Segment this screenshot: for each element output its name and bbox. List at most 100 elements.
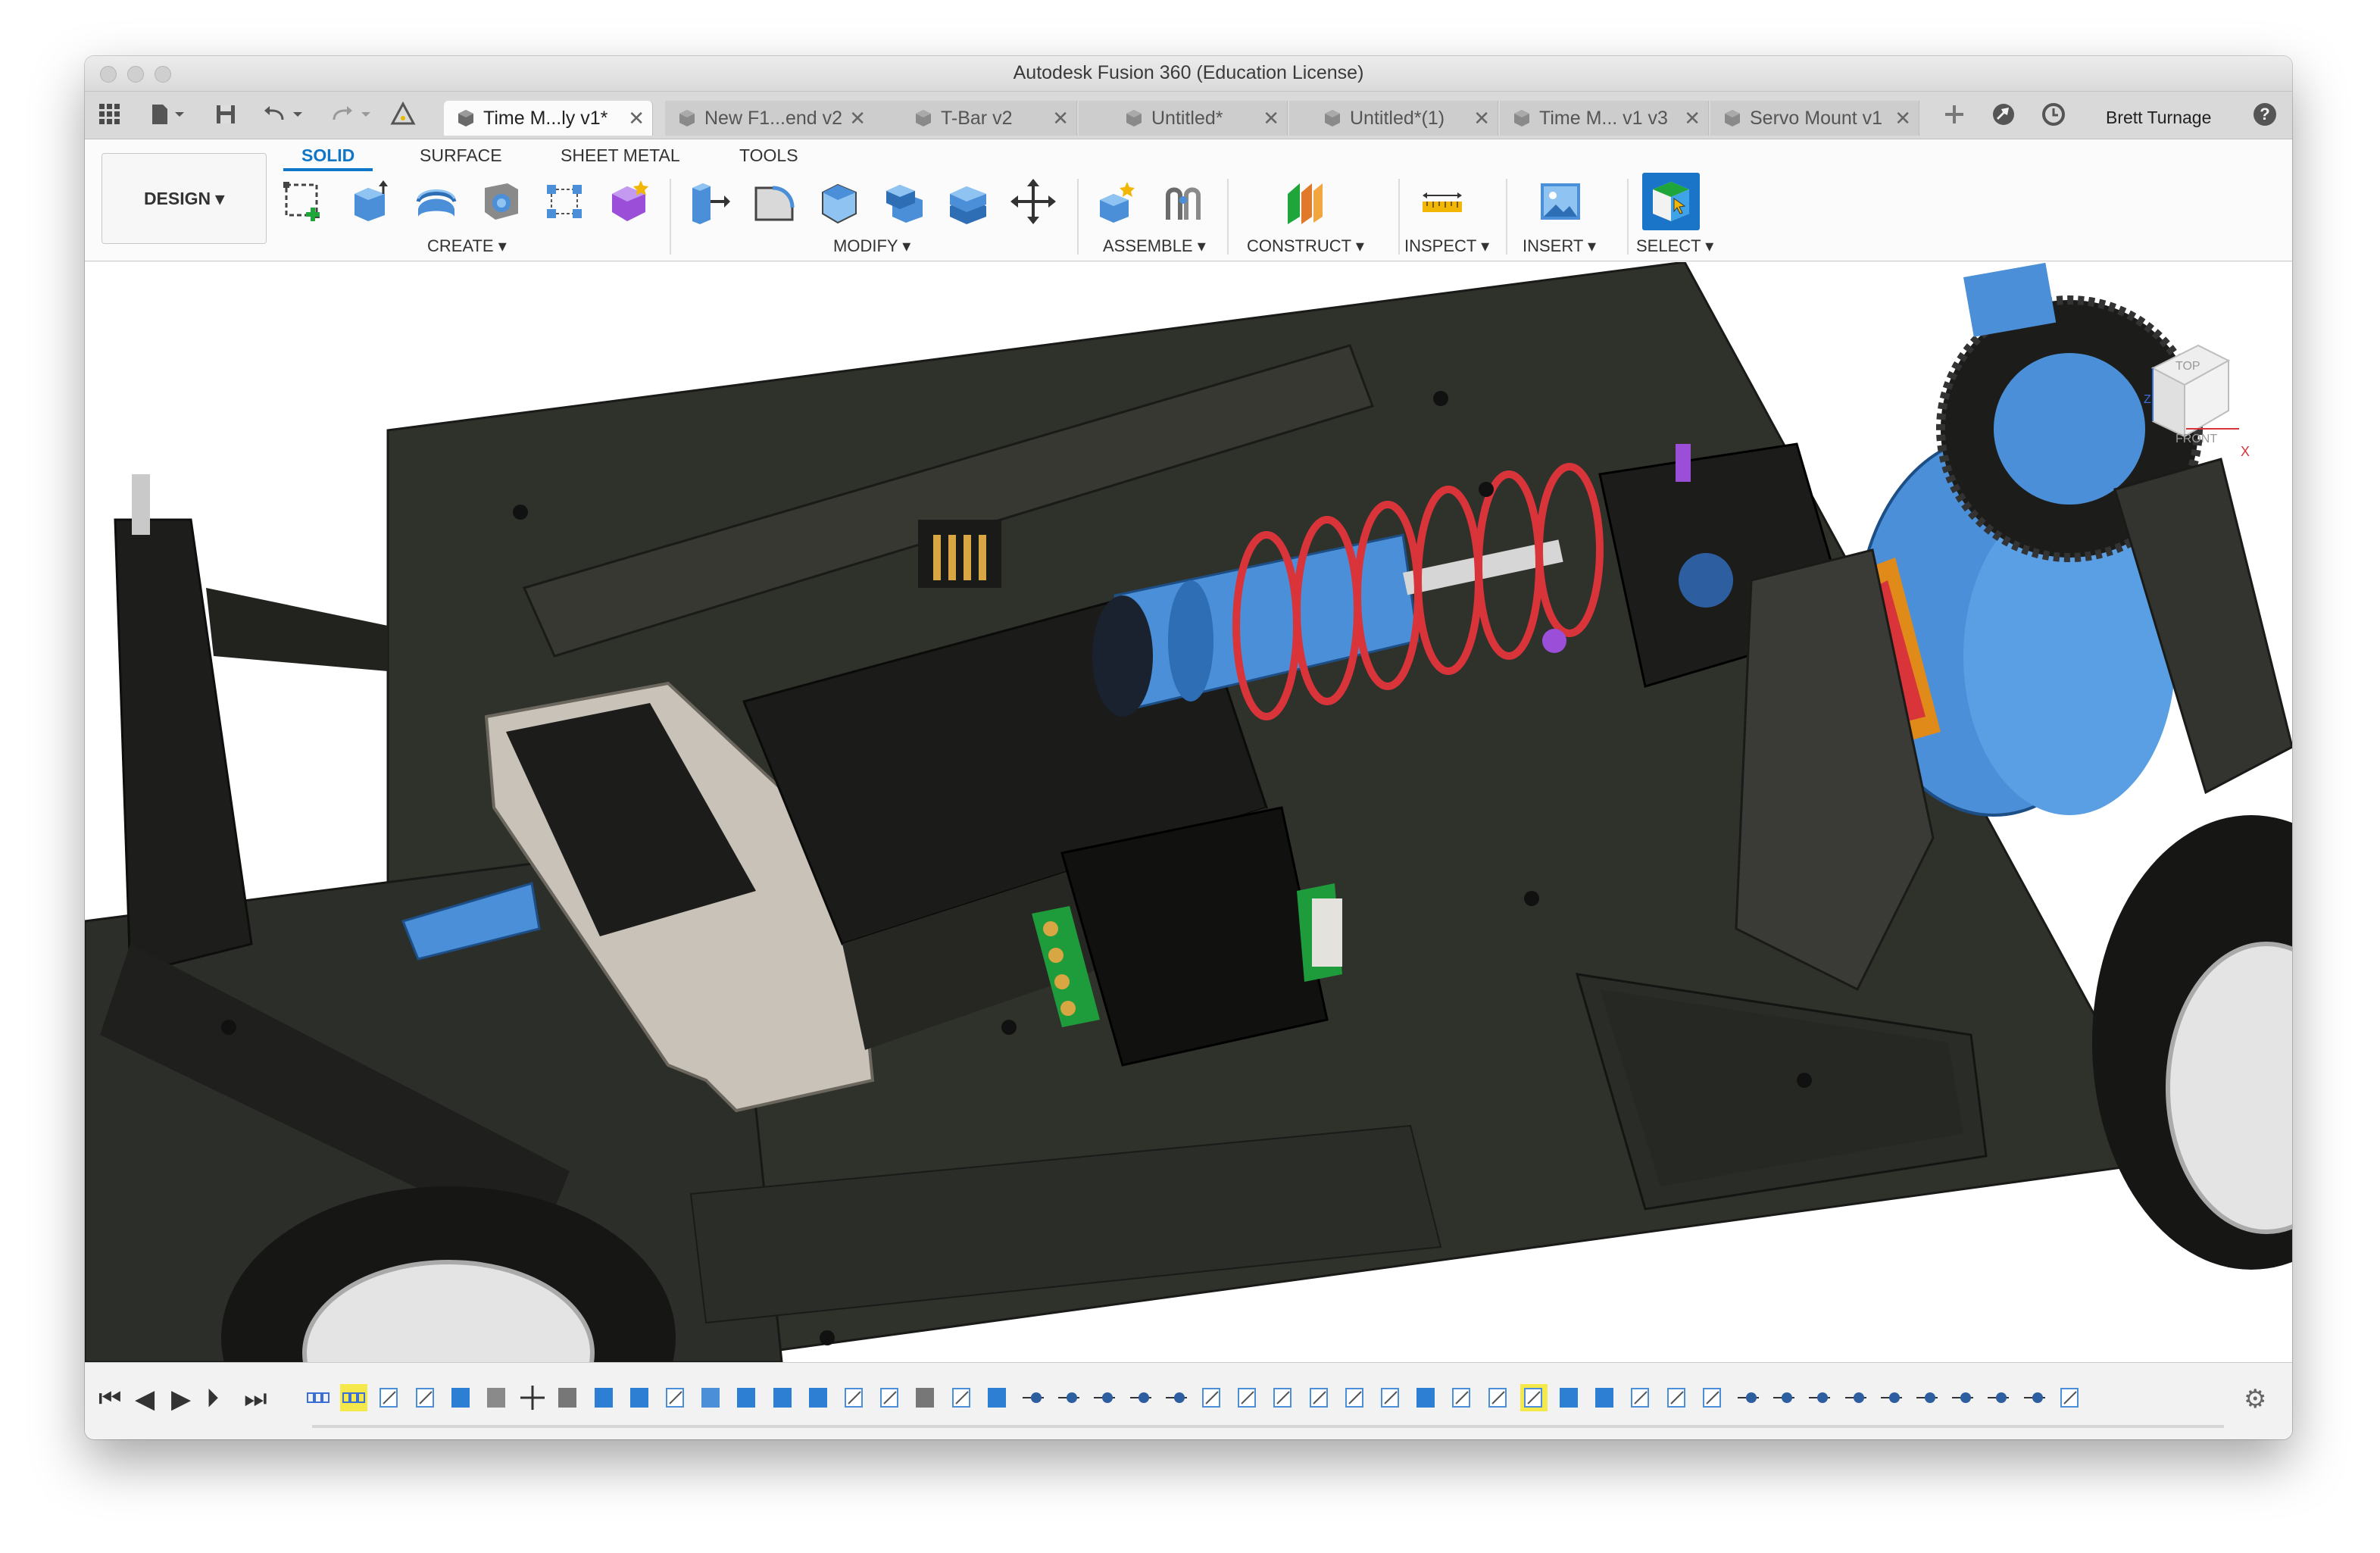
redo-icon[interactable] <box>329 99 379 130</box>
shell-icon[interactable] <box>882 177 927 226</box>
viewcube-top-label[interactable]: TOP <box>2175 360 2200 373</box>
timeline-feature-rigid-icon[interactable] <box>1735 1384 1762 1411</box>
sweep-icon[interactable] <box>479 177 524 226</box>
viewcube-front-label[interactable]: FRONT <box>2175 433 2217 445</box>
timeline-feature-sketch-icon[interactable] <box>376 1384 403 1411</box>
timeline-feature-rigid-icon[interactable] <box>1091 1384 1118 1411</box>
construct-group-label[interactable]: CONSTRUCT ▾ <box>1247 236 1364 256</box>
purple-bolt[interactable] <box>1542 629 1566 653</box>
close-tab-icon[interactable]: ✕ <box>1894 107 1911 130</box>
kingpin[interactable] <box>132 474 150 535</box>
timeline-feature-sketch-icon[interactable] <box>841 1384 868 1411</box>
timeline-step-forward-icon[interactable]: ⏵ <box>206 1384 219 1414</box>
create-group-label[interactable]: CREATE ▾ <box>427 236 507 256</box>
timeline-feature-extrude-icon[interactable] <box>1413 1384 1440 1411</box>
timeline-feature-extrude-icon[interactable] <box>770 1384 797 1411</box>
tab-t-bar[interactable]: T-Bar v2 ✕ <box>868 101 1077 136</box>
timeline-feature-rigid-icon[interactable] <box>1913 1384 1941 1411</box>
extensions-icon[interactable] <box>1988 99 2019 130</box>
close-tab-icon[interactable]: ✕ <box>1473 107 1490 130</box>
bearing[interactable] <box>1679 553 1733 608</box>
file-menu-icon[interactable] <box>145 99 191 130</box>
data-panel-grid-icon[interactable] <box>95 99 124 130</box>
move-copy-icon[interactable] <box>1010 177 1056 226</box>
purple-screw[interactable] <box>1676 444 1691 482</box>
timeline-feature-rigid-icon[interactable] <box>1842 1384 1869 1411</box>
combine-icon[interactable] <box>945 177 991 226</box>
3d-canvas-viewport[interactable]: TOP FRONT X Z <box>85 262 2292 1362</box>
timeline-go-to-end-icon[interactable]: ⏭ <box>244 1384 267 1414</box>
new-tab-plus-icon[interactable] <box>1938 99 1971 130</box>
create-sketch-icon[interactable] <box>280 177 326 226</box>
modify-group-label[interactable]: MODIFY ▾ <box>833 236 910 256</box>
timeline-feature-sketch-icon[interactable] <box>1663 1384 1691 1411</box>
timeline-feature-extrude-icon[interactable] <box>805 1384 832 1411</box>
timeline-feature-component-icon[interactable] <box>698 1384 725 1411</box>
timeline-feature-rigid-icon[interactable] <box>1163 1384 1190 1411</box>
revolve-icon[interactable] <box>414 177 459 226</box>
timeline-feature-sketch-icon[interactable] <box>1520 1384 1548 1411</box>
timeline-feature-group-icon[interactable] <box>305 1384 332 1411</box>
timeline-feature-joint-icon[interactable] <box>554 1384 582 1411</box>
inspect-group-label[interactable]: INSPECT ▾ <box>1404 236 1489 256</box>
timeline-feature-extrude-icon[interactable] <box>448 1384 475 1411</box>
timeline-feature-extrude-icon[interactable] <box>626 1384 654 1411</box>
timeline-feature-sketch-icon[interactable] <box>1198 1384 1226 1411</box>
timeline-feature-rigid-icon[interactable] <box>1878 1384 1905 1411</box>
workspace-switcher-button[interactable]: DESIGN ▾ <box>102 153 267 244</box>
timeline-feature-sketch-icon[interactable] <box>412 1384 439 1411</box>
timeline-feature-rigid-icon[interactable] <box>1949 1384 1976 1411</box>
timeline-play-icon[interactable]: ▶︎ <box>171 1384 191 1414</box>
close-tab-icon[interactable]: ✕ <box>1052 107 1069 130</box>
tab-servo-mount[interactable]: Servo Mount v1 ✕ <box>1710 101 1919 136</box>
new-component-icon[interactable] <box>1095 177 1141 226</box>
timeline-feature-sketch-icon[interactable] <box>948 1384 976 1411</box>
tab-untitled-1[interactable]: Untitled*(1) ✕ <box>1289 101 1498 136</box>
close-tab-icon[interactable]: ✕ <box>1263 107 1279 130</box>
tab-time-machine-v3[interactable]: Time M... v1 v3 ✕ <box>1500 101 1709 136</box>
timeline-feature-rigid-icon[interactable] <box>1985 1384 2012 1411</box>
timeline-feature-sketch-icon[interactable] <box>1306 1384 1333 1411</box>
assemble-group-label[interactable]: ASSEMBLE ▾ <box>1103 236 1206 256</box>
measure-icon[interactable] <box>1420 177 1465 226</box>
esc-connector-plug[interactable] <box>1312 898 1342 967</box>
tab-new-f1-end[interactable]: New F1...end v2 ✕ <box>665 101 874 136</box>
joint-icon[interactable] <box>1160 177 1206 226</box>
select-group-label[interactable]: SELECT ▾ <box>1636 236 1713 256</box>
timeline-feature-extrude-icon[interactable] <box>1556 1384 1583 1411</box>
insert-image-icon[interactable] <box>1538 177 1583 226</box>
timeline-feature-sketch-icon[interactable] <box>1699 1384 1726 1411</box>
timeline-feature-fillet-icon[interactable] <box>483 1384 511 1411</box>
tab-solid[interactable]: SOLID <box>301 145 355 166</box>
connector-pins[interactable] <box>918 520 1001 588</box>
chamfer-icon[interactable] <box>817 177 862 226</box>
create-form-icon[interactable] <box>606 177 651 226</box>
help-icon[interactable]: ? <box>2250 99 2280 130</box>
timeline-feature-move-icon[interactable] <box>519 1384 546 1411</box>
timeline-feature-sketch-icon[interactable] <box>1627 1384 1654 1411</box>
fillet-icon[interactable] <box>751 177 797 226</box>
timeline-feature-sketch-icon[interactable] <box>1448 1384 1476 1411</box>
select-icon[interactable] <box>1641 171 1701 232</box>
close-tab-icon[interactable]: ✕ <box>628 107 645 130</box>
timeline-feature-sketch-icon[interactable] <box>1270 1384 1297 1411</box>
timeline-feature-extrude-icon[interactable] <box>591 1384 618 1411</box>
timeline-feature-sketch-icon[interactable] <box>1341 1384 1369 1411</box>
chassis-model-render[interactable]: TOP FRONT X Z <box>85 262 2292 1362</box>
front-upright[interactable] <box>114 518 253 976</box>
tab-tools[interactable]: TOOLS <box>739 145 798 166</box>
offset-plane-icon[interactable] <box>1282 177 1327 226</box>
tab-time-machine-assembly[interactable]: Time M...ly v1* ✕ <box>444 101 653 136</box>
timeline-feature-rigid-icon[interactable] <box>1055 1384 1082 1411</box>
timeline-feature-sketch-icon[interactable] <box>1377 1384 1404 1411</box>
timeline-feature-extrude-icon[interactable] <box>733 1384 761 1411</box>
timeline-feature-joint-icon[interactable] <box>912 1384 939 1411</box>
timeline-feature-rigid-icon[interactable] <box>1127 1384 1154 1411</box>
tab-sheet-metal[interactable]: SHEET METAL <box>561 145 680 166</box>
timeline-feature-sketch-icon[interactable] <box>662 1384 689 1411</box>
timeline-feature-rigid-icon[interactable] <box>1806 1384 1833 1411</box>
timeline-feature-extrude-icon[interactable] <box>984 1384 1011 1411</box>
timeline-feature-rigid-icon[interactable] <box>2021 1384 2048 1411</box>
insert-group-label[interactable]: INSERT ▾ <box>1523 236 1596 256</box>
timeline-step-back-icon[interactable]: ◀︎ <box>135 1384 155 1414</box>
